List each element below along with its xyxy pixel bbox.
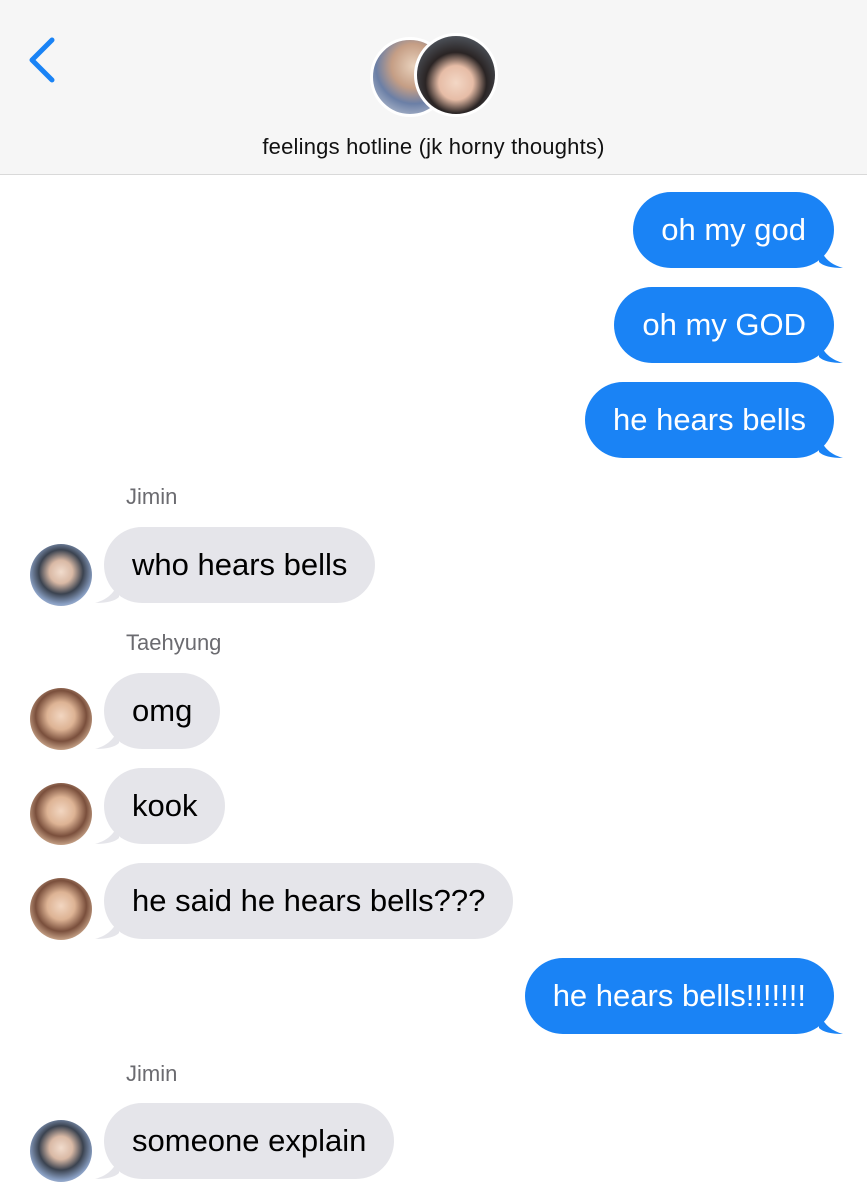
message-row: kook [95,768,226,844]
message-text: oh my GOD [642,307,806,342]
received-message-bubble[interactable]: he said he hears bells??? [95,863,514,939]
message-row: oh my god [633,192,843,268]
sender-name: Jimin [126,1061,178,1086]
conversation-header: feelings hotline (jk horny thoughts) [0,0,867,175]
group-name[interactable]: feelings hotline (jk horny thoughts) [0,134,867,160]
message-text: kook [132,788,198,823]
avatar[interactable] [30,1120,92,1182]
message-row: he hears bells!!!!!!! [524,958,843,1034]
chevron-left-icon [29,37,55,83]
message-row: he said he hears bells??? [95,863,514,939]
message-row: someone explain [95,1103,395,1179]
bubble-tail-icon [95,818,119,844]
received-message-bubble[interactable]: kook [95,768,226,844]
message-text: he hears bells!!!!!!! [552,978,806,1013]
avatar[interactable] [30,688,92,750]
message-text: he said he hears bells??? [132,883,486,918]
back-button[interactable] [22,34,66,86]
message-row: who hears bells [95,527,376,603]
sender-name: Jimin [126,484,178,509]
group-avatars[interactable] [368,33,500,123]
sender-name: Taehyung [126,630,222,655]
message-text: someone explain [132,1123,367,1158]
group-member-avatar [414,33,498,117]
avatar[interactable] [30,783,92,845]
message-row: he hears bells [584,382,843,458]
message-list: oh my god oh my GOD he hears bells Jimin… [0,176,867,1200]
sent-message-bubble[interactable]: oh my god [633,192,843,268]
message-text: omg [132,693,193,728]
received-message-bubble[interactable]: who hears bells [95,527,376,603]
received-message-bubble[interactable]: someone explain [95,1103,395,1179]
bubble-tail-icon [95,723,119,749]
bubble-tail-icon [819,432,843,458]
sent-message-bubble[interactable]: he hears bells [584,382,843,458]
received-message-bubble[interactable]: omg [95,673,221,749]
message-text: who hears bells [132,547,348,582]
avatar[interactable] [30,878,92,940]
bubble-tail-icon [95,913,119,939]
bubble-tail-icon [819,1008,843,1034]
bubble-tail-icon [95,1153,119,1179]
bubble-tail-icon [95,577,119,603]
message-text: oh my god [661,212,806,247]
bubble-tail-icon [819,242,843,268]
sent-message-bubble[interactable]: oh my GOD [614,287,843,363]
message-row: oh my GOD [614,287,843,363]
avatar[interactable] [30,544,92,606]
bubble-tail-icon [819,337,843,363]
message-row: omg [95,673,221,749]
sent-message-bubble[interactable]: he hears bells!!!!!!! [524,958,843,1034]
message-text: he hears bells [612,402,806,437]
